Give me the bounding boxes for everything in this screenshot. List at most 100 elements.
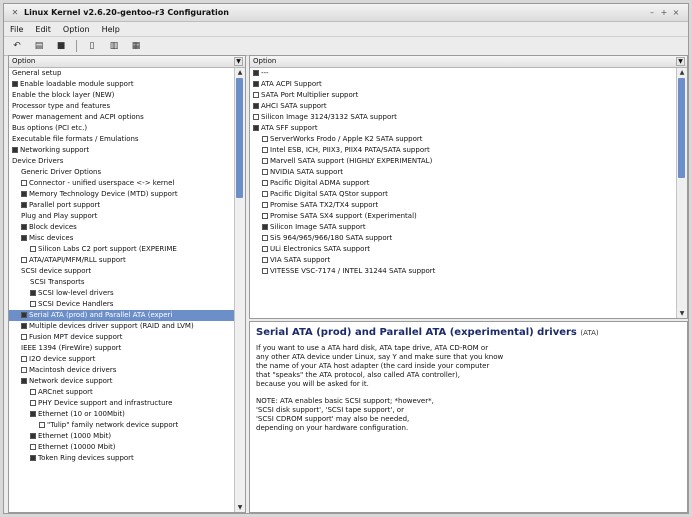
menu-edit[interactable]: Edit — [35, 25, 51, 34]
checkbox-checked-icon[interactable] — [21, 378, 27, 384]
tree-row[interactable]: PHY Device support and infrastructure — [9, 398, 234, 409]
single-view-icon[interactable]: ▯ — [85, 40, 99, 52]
scrollbar-thumb[interactable] — [678, 78, 685, 178]
tree-row[interactable]: ATA ACPI Support — [250, 79, 676, 90]
menu-option[interactable]: Option — [63, 25, 90, 34]
split-view-icon[interactable]: ▥ — [107, 40, 121, 52]
tree-row[interactable]: I2O device support — [9, 354, 234, 365]
scroll-up-icon[interactable]: ▲ — [235, 68, 245, 77]
tree-row[interactable]: SCSI device support — [9, 266, 234, 277]
checkbox-checked-icon[interactable] — [253, 81, 259, 87]
save-icon[interactable]: ■ — [54, 40, 68, 52]
tree-row[interactable]: VIA SATA support — [250, 255, 676, 266]
checkbox-icon[interactable] — [262, 235, 268, 241]
checkbox-icon[interactable] — [262, 158, 268, 164]
tree-row[interactable]: General setup — [9, 68, 234, 79]
checkbox-icon[interactable] — [262, 180, 268, 186]
checkbox-icon[interactable] — [30, 301, 36, 307]
tree-row[interactable]: Marvell SATA support (HIGHLY EXPERIMENTA… — [250, 156, 676, 167]
tree-row[interactable]: Parallel port support — [9, 200, 234, 211]
checkbox-icon[interactable] — [262, 169, 268, 175]
checkbox-icon[interactable] — [262, 246, 268, 252]
checkbox-checked-icon[interactable] — [253, 103, 259, 109]
checkbox-icon[interactable] — [21, 180, 27, 186]
tree-row[interactable]: Promise SATA SX4 support (Experimental) — [250, 211, 676, 222]
tree-row[interactable]: SCSI low-level drivers — [9, 288, 234, 299]
checkbox-icon[interactable] — [39, 422, 45, 428]
tree-row[interactable]: Block devices — [9, 222, 234, 233]
checkbox-icon[interactable] — [262, 213, 268, 219]
checkbox-icon[interactable] — [262, 136, 268, 142]
checkbox-icon[interactable] — [21, 356, 27, 362]
tree-row[interactable]: Memory Technology Device (MTD) support — [9, 189, 234, 200]
tree-row[interactable]: Network device support — [9, 376, 234, 387]
checkbox-icon[interactable] — [262, 147, 268, 153]
checkbox-icon[interactable] — [21, 367, 27, 373]
tree-row[interactable]: Bus options (PCI etc.) — [9, 123, 234, 134]
checkbox-checked-icon[interactable] — [253, 125, 259, 131]
checkbox-icon[interactable] — [21, 334, 27, 340]
menu-help[interactable]: Help — [102, 25, 120, 34]
tree-row[interactable]: Enable loadable module support — [9, 79, 234, 90]
checkbox-checked-icon[interactable] — [253, 70, 259, 76]
tree-row[interactable]: Connector - unified userspace <-> kernel — [9, 178, 234, 189]
tree-header[interactable]: Option ▼ — [9, 56, 245, 68]
tree-row[interactable]: SATA Port Multiplier support — [250, 90, 676, 101]
scrollbar-thumb[interactable] — [236, 78, 243, 198]
checkbox-icon[interactable] — [262, 257, 268, 263]
checkbox-checked-icon[interactable] — [21, 191, 27, 197]
checkbox-icon[interactable] — [262, 202, 268, 208]
checkbox-icon[interactable] — [253, 92, 259, 98]
chevron-down-icon[interactable]: ▼ — [676, 57, 685, 66]
checkbox-checked-icon[interactable] — [30, 290, 36, 296]
tree-row[interactable]: Silicon Image 3124/3132 SATA support — [250, 112, 676, 123]
tree-row[interactable]: Plug and Play support — [9, 211, 234, 222]
tree-row[interactable]: "Tulip" family network device support — [9, 420, 234, 431]
minimize-icon[interactable]: – — [646, 8, 658, 17]
tree-row[interactable]: Executable file formats / Emulations — [9, 134, 234, 145]
option-header[interactable]: Option ▼ — [250, 56, 687, 68]
tree-row[interactable]: Processor type and features — [9, 101, 234, 112]
tree-row[interactable]: AHCI SATA support — [250, 101, 676, 112]
tree-row[interactable]: Device Drivers — [9, 156, 234, 167]
checkbox-icon[interactable] — [21, 257, 27, 263]
tree-row[interactable]: ATA/ATAPI/MFM/RLL support — [9, 255, 234, 266]
scroll-up-icon[interactable]: ▲ — [677, 68, 687, 77]
checkbox-icon[interactable] — [262, 268, 268, 274]
scroll-down-icon[interactable]: ▼ — [677, 309, 687, 318]
tree-row[interactable]: Ethernet (10 or 100Mbit) — [9, 409, 234, 420]
maximize-icon[interactable]: + — [658, 8, 670, 17]
checkbox-checked-icon[interactable] — [21, 235, 27, 241]
checkbox-checked-icon[interactable] — [30, 433, 36, 439]
tree-row[interactable]: Networking support — [9, 145, 234, 156]
tree-row[interactable]: NVIDIA SATA support — [250, 167, 676, 178]
checkbox-checked-icon[interactable] — [30, 411, 36, 417]
tree-row[interactable]: Misc devices — [9, 233, 234, 244]
tree-row[interactable]: IEEE 1394 (FireWire) support — [9, 343, 234, 354]
tree-row[interactable]: Token Ring devices support — [9, 453, 234, 464]
tree-row[interactable]: Pacific Digital SATA QStor support — [250, 189, 676, 200]
tree-row[interactable]: Ethernet (1000 Mbit) — [9, 431, 234, 442]
tree-row[interactable]: Promise SATA TX2/TX4 support — [250, 200, 676, 211]
pin-icon[interactable]: ✕ — [10, 8, 20, 18]
checkbox-icon[interactable] — [30, 400, 36, 406]
checkbox-checked-icon[interactable] — [21, 202, 27, 208]
right-scrollbar[interactable]: ▲ ▼ — [676, 68, 687, 318]
tree-row[interactable]: ULi Electronics SATA support — [250, 244, 676, 255]
chevron-down-icon[interactable]: ▼ — [234, 57, 243, 66]
tree-row[interactable]: VITESSE VSC-7174 / INTEL 31244 SATA supp… — [250, 266, 676, 277]
checkbox-icon[interactable] — [253, 114, 259, 120]
tree-row[interactable]: ServerWorks Frodo / Apple K2 SATA suppor… — [250, 134, 676, 145]
tree-row[interactable]: Enable the block layer (NEW) — [9, 90, 234, 101]
checkbox-icon[interactable] — [30, 444, 36, 450]
tree-row[interactable]: Silicon Labs C2 port support (EXPERIME — [9, 244, 234, 255]
checkbox-checked-icon[interactable] — [262, 224, 268, 230]
tree-row[interactable]: Serial ATA (prod) and Parallel ATA (expe… — [9, 310, 234, 321]
checkbox-checked-icon[interactable] — [12, 147, 18, 153]
full-view-icon[interactable]: ▦ — [129, 40, 143, 52]
checkbox-icon[interactable] — [30, 246, 36, 252]
tree-row[interactable]: SCSI Transports — [9, 277, 234, 288]
checkbox-icon[interactable] — [30, 389, 36, 395]
checkbox-icon[interactable] — [262, 191, 268, 197]
menu-file[interactable]: File — [10, 25, 23, 34]
